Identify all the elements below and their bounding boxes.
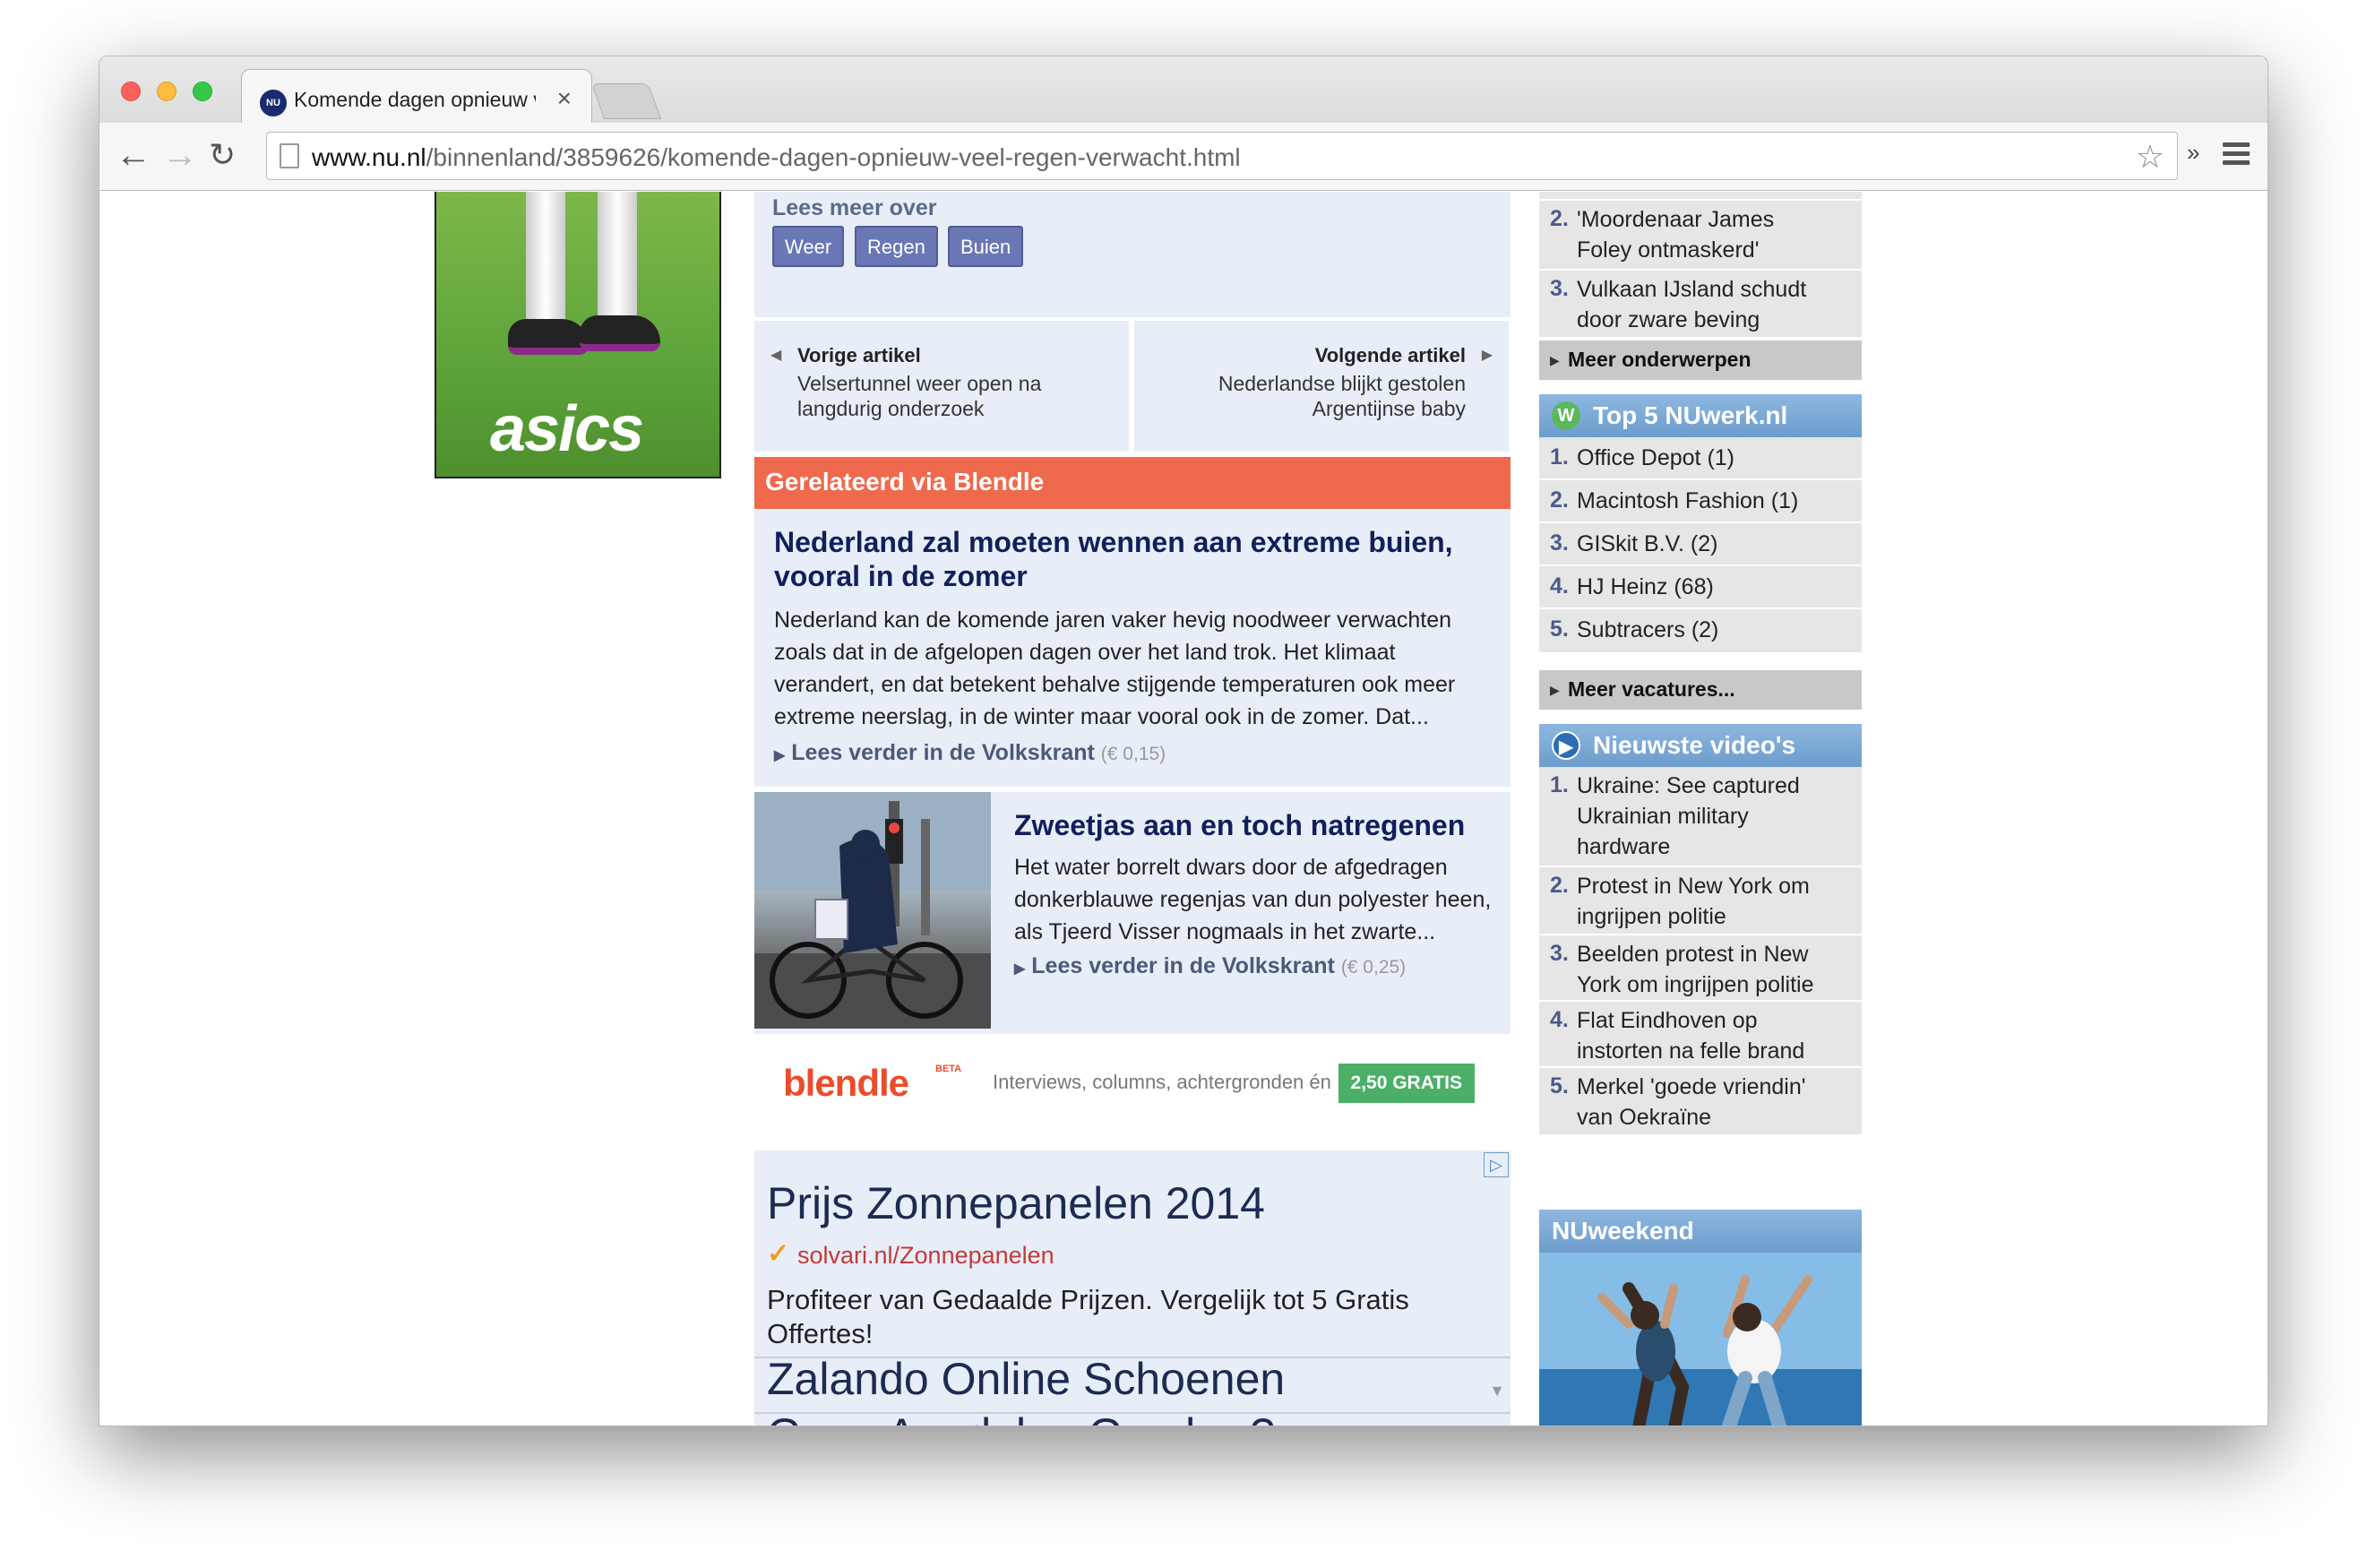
extensions-chevron-icon[interactable]: » <box>2187 139 2199 167</box>
blendle-tagline: Interviews, columns, achtergronden én <box>993 1071 1331 1093</box>
next-article-link[interactable]: Volgende artikel ▶ Nederlandse blijkt ge… <box>1134 321 1509 452</box>
close-window-button[interactable] <box>121 82 141 101</box>
jumping-people-beach-image[interactable] <box>1539 1253 1862 1426</box>
play-icon: ▶ <box>1552 731 1580 760</box>
blendle-section-header: Gerelateerd via Blendle <box>754 457 1511 509</box>
caret-left-icon: ◀ <box>770 348 782 363</box>
bookmark-star-icon[interactable]: ☆ <box>2136 138 2165 176</box>
item-number: 2. <box>1550 206 1569 231</box>
vacancy-item-1[interactable]: 1. Office Depot (1) <box>1539 437 1862 480</box>
caret-right-icon: ▶ <box>1550 353 1560 367</box>
blendle-article-1: Nederland zal moeten wennen aan extreme … <box>754 509 1511 787</box>
address-bar[interactable]: www.nu.nl/binnenland/3859626/komende-dag… <box>266 132 2178 180</box>
browser-toolbar: ← → ↻ www.nu.nl/binnenland/3859626/komen… <box>99 123 2268 191</box>
ad-image <box>508 192 660 382</box>
ad-description: Profiteer van Gedaalde Prijzen. Vergelij… <box>767 1284 1409 1349</box>
nuwerk-header[interactable]: W Top 5 NUwerk.nl <box>1539 394 1862 437</box>
asics-logo: asics <box>490 393 644 465</box>
tag-weer[interactable]: Weer <box>772 226 845 267</box>
nuwerk-title: Top 5 NUwerk.nl <box>1593 401 1788 429</box>
video-item-1[interactable]: 1. Ukraine: See captured Ukrainian milita… <box>1539 767 1862 867</box>
page-viewport: asics Lees meer over Weer Regen Buien ◀ … <box>99 192 2268 1426</box>
tab-close-icon[interactable]: × <box>557 84 572 113</box>
previous-label: Vorige artikel <box>797 344 921 366</box>
minimize-window-button[interactable] <box>157 82 176 101</box>
hamburger-menu-icon[interactable] <box>2223 142 2250 169</box>
video-item-5[interactable]: 5. Merkel 'goede vriendin' van Oekraïne <box>1539 1068 1862 1136</box>
videos-header[interactable]: ▶ Nieuwste video's <box>1539 724 1862 767</box>
video-item-3[interactable]: 3. Beelden protest in New York om ingrijp… <box>1539 935 1862 1002</box>
beta-badge: BETA <box>935 1064 962 1074</box>
back-arrow-icon[interactable]: ← <box>116 135 151 175</box>
page-icon <box>280 143 299 168</box>
tag-regen[interactable]: Regen <box>855 226 938 267</box>
nu-favicon-icon: NU <box>260 90 287 116</box>
caret-right-icon: ▶ <box>1550 683 1560 697</box>
video-item-4[interactable]: 4. Flat Eindhoven op instorten na felle b… <box>1539 1002 1862 1068</box>
nuwerk-logo-icon: W <box>1552 401 1580 430</box>
reload-icon[interactable]: ↻ <box>209 135 236 175</box>
caret-right-icon: ▶ <box>1014 961 1026 977</box>
blendle-logo: blendle <box>783 1062 909 1104</box>
cyclist-in-rain-image[interactable] <box>754 792 991 1029</box>
tab-title: Komende dagen opnieuw v <box>294 88 536 111</box>
browser-tab[interactable]: NU Komende dagen opnieuw v × <box>241 69 592 125</box>
blendle-promo-bar[interactable]: blendle BETA Interviews, columns, achter… <box>765 1047 1500 1119</box>
asics-ad-banner[interactable]: asics <box>435 192 721 478</box>
article-2-title[interactable]: Zweetjas aan en toch natregenen <box>1014 808 1465 842</box>
nuweekend-title: NUweekend <box>1552 1217 1694 1245</box>
text-ad-box: ▷ Prijs Zonnepanelen 2014 ✓ solvari.nl/Z… <box>754 1150 1511 1426</box>
blendle-article-2: Zweetjas aan en toch natregenen Het wate… <box>754 792 1511 1034</box>
list-item[interactable] <box>1539 192 1862 201</box>
top-item-3[interactable]: 3. Vulkaan IJsland schudt door zware bevi… <box>1539 271 1862 339</box>
ad-title-link[interactable]: Prijs Zonnepanelen 2014 <box>767 1177 1265 1229</box>
item-text: Vulkaan IJsland schudt door zware beving <box>1577 277 1807 332</box>
top-item-2[interactable]: 2. 'Moordenaar James Foley ontmaskerd' <box>1539 201 1862 271</box>
article-1-title[interactable]: Nederland zal moeten wennen aan extreme … <box>774 525 1453 593</box>
ad-url[interactable]: solvari.nl/Zonnepanelen <box>797 1242 1054 1270</box>
checkmark-icon: ✓ <box>767 1239 790 1269</box>
blendle-header-text: Gerelateerd via Blendle <box>765 468 1045 495</box>
article-1-excerpt: Nederland kan de komende jaren vaker hev… <box>774 607 1456 729</box>
blendle-gratis-button[interactable]: 2,50 GRATIS <box>1338 1064 1475 1103</box>
forward-arrow-icon[interactable]: → <box>162 135 198 175</box>
window-controls <box>121 82 212 101</box>
videos-title: Nieuwste video's <box>1593 731 1796 759</box>
tab-bar: NU Komende dagen opnieuw v × <box>99 56 2268 125</box>
vacancy-item-3[interactable]: 3. GISkit B.V. (2) <box>1539 523 1862 566</box>
next-title: Nederlandse blijkt gestolen Argentijnse b… <box>1218 372 1466 420</box>
url-text[interactable]: www.nu.nl/binnenland/3859626/komende-dag… <box>312 143 1241 172</box>
caret-right-icon: ▶ <box>1481 348 1493 363</box>
maximize-window-button[interactable] <box>193 82 212 101</box>
article-2-read-more-link[interactable]: ▶ Lees verder in de Volkskrant (€ 0,25) <box>1014 953 1406 979</box>
chevron-down-icon[interactable]: ▼ <box>1489 1382 1505 1400</box>
ad-title-3-link[interactable]: Geen Aandelen Gracher? <box>767 1409 1275 1426</box>
adchoices-icon[interactable]: ▷ <box>1484 1152 1509 1177</box>
previous-title: Velsertunnel weer open na langdurig onder… <box>797 372 1042 420</box>
item-number: 3. <box>1550 276 1569 301</box>
caret-right-icon: ▶ <box>774 748 786 763</box>
nuweekend-header[interactable]: NUweekend <box>1539 1210 1862 1253</box>
vacancy-item-4[interactable]: 4. HJ Heinz (68) <box>1539 566 1862 609</box>
new-tab-button[interactable] <box>590 83 662 119</box>
article-2-excerpt: Het water borrelt dwars door de afgedrag… <box>1014 855 1492 944</box>
video-item-2[interactable]: 2. Protest in New York om ingrijpen polit… <box>1539 867 1862 935</box>
ad-title-2-link[interactable]: Zalando Online Schoenen <box>767 1353 1285 1405</box>
vacancy-item-5[interactable]: 5. Subtracers (2) <box>1539 609 1862 654</box>
browser-window: NU Komende dagen opnieuw v × ← → ↻ www.n… <box>99 56 2268 1426</box>
tags-title: Lees meer over <box>772 195 937 220</box>
more-vacancies-link[interactable]: ▶ Meer vacatures... <box>1539 670 1862 710</box>
more-topics-link[interactable]: ▶ Meer onderwerpen <box>1539 340 1862 380</box>
next-label: Volgende artikel <box>1314 344 1466 366</box>
article-navigation: ◀ Vorige artikel Velsertunnel weer open … <box>754 321 1511 452</box>
item-text: 'Moordenaar James Foley ontmaskerd' <box>1577 207 1775 263</box>
tag-buien[interactable]: Buien <box>948 226 1024 267</box>
article-1-read-more-link[interactable]: ▶ Lees verder in de Volkskrant (€ 0,15) <box>774 740 1166 766</box>
vacancy-item-2[interactable]: 2. Macintosh Fashion (1) <box>1539 480 1862 523</box>
tags-box: Lees meer over Weer Regen Buien <box>754 192 1511 317</box>
previous-article-link[interactable]: ◀ Vorige artikel Velsertunnel weer open … <box>754 321 1129 452</box>
